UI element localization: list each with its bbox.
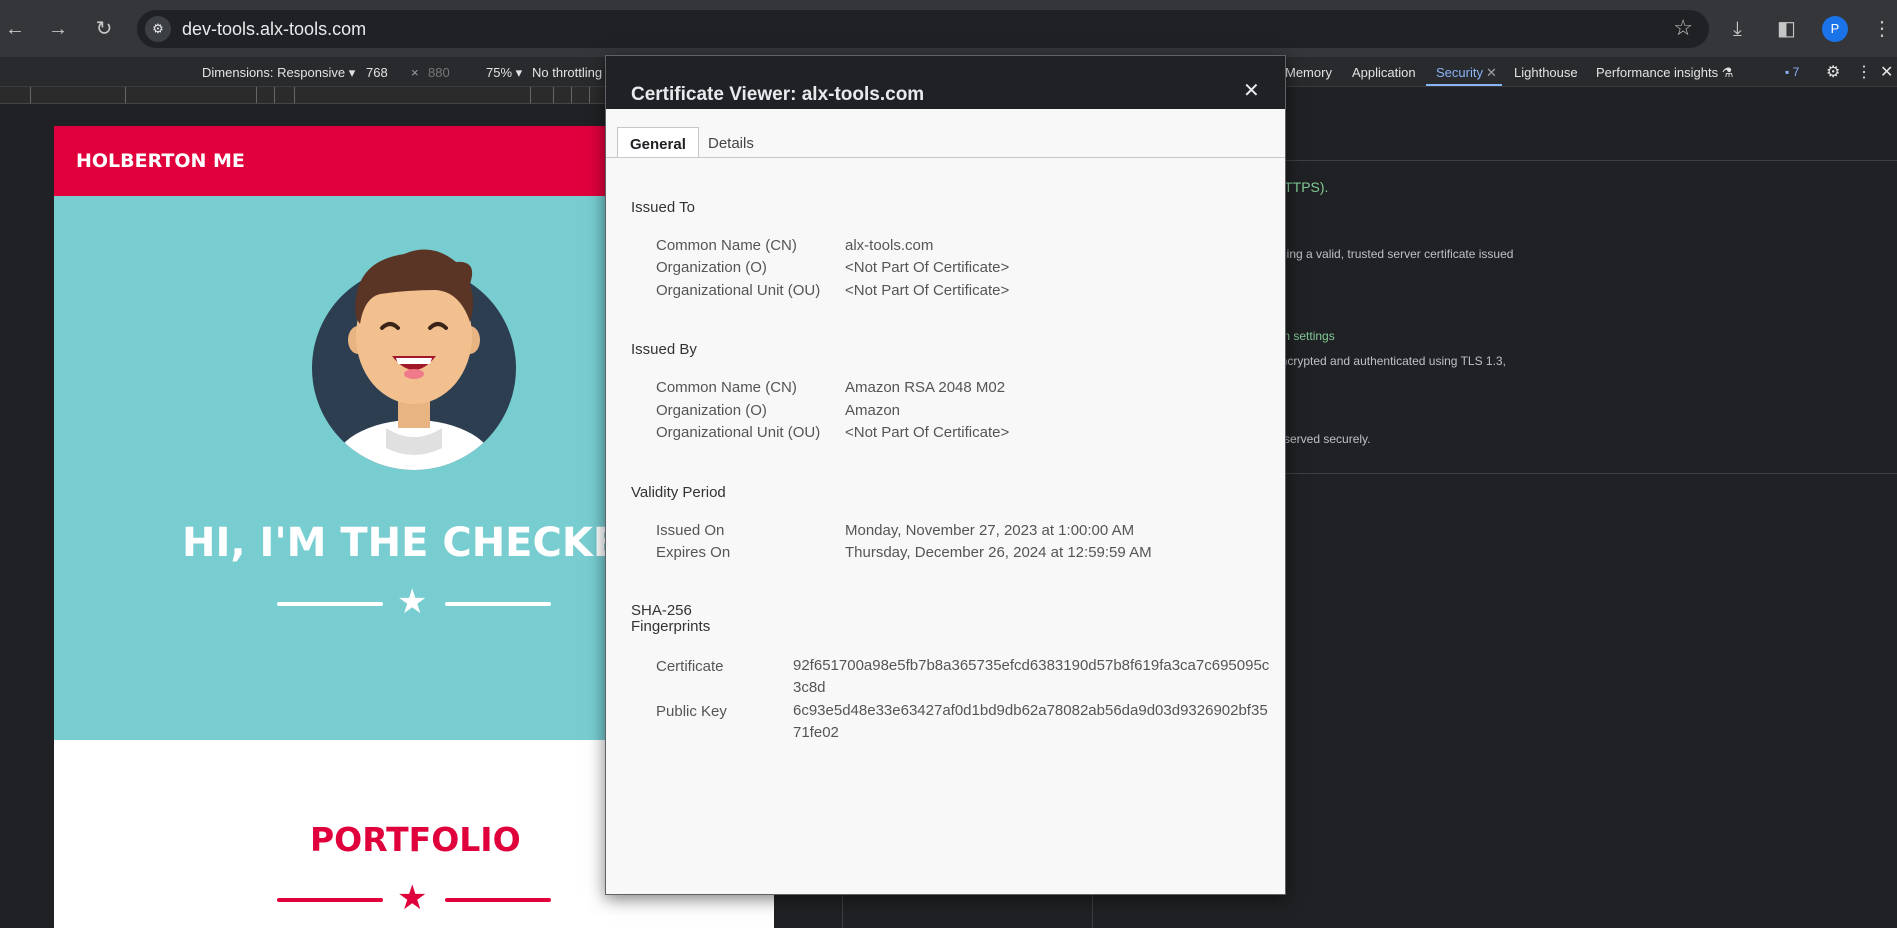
download-icon[interactable]: ⤓ <box>1733 14 1742 44</box>
ruler-tick <box>294 87 295 103</box>
ruler-tick <box>571 87 572 103</box>
issued-to-ou-value: <Not Part Of Certificate> <box>845 282 1010 299</box>
dimensions-select[interactable]: Dimensions: Responsive ▾ <box>202 65 355 81</box>
connection-description: encrypted and authenticated using TLS 1.… <box>1274 354 1506 368</box>
issued-to-o-value: <Not Part Of Certificate> <box>845 259 1010 276</box>
ruler-tick <box>256 87 257 103</box>
issued-to-cn-label: Common Name (CN) <box>656 237 797 254</box>
certificate-description: using a valid, trusted server certificat… <box>1274 247 1514 261</box>
star-icon: ★ <box>397 583 428 621</box>
tab-general[interactable]: General <box>617 127 699 158</box>
ruler-tick <box>589 87 590 103</box>
reload-icon[interactable]: ↻ <box>89 14 119 44</box>
times-separator: × <box>411 65 419 80</box>
issued-by-ou-value: <Not Part Of Certificate> <box>845 424 1010 441</box>
zoom-select[interactable]: 75% ▾ <box>486 65 522 81</box>
issued-by-cn-label: Common Name (CN) <box>656 379 797 396</box>
ruler-tick <box>553 87 554 103</box>
issued-by-o-value: Amazon <box>845 402 901 419</box>
public-key-fingerprint-value: 6c93e5d48e33e63427af0d1bd9db62a78082ab56… <box>793 702 1268 741</box>
validity-heading: Validity Period <box>631 484 726 501</box>
throttling-select[interactable]: No throttling <box>532 65 602 80</box>
issued-by-o-label: Organization (O) <box>656 402 767 419</box>
fingerprints-heading-line1: SHA-256 <box>631 602 692 619</box>
certificate-fingerprint-value: 92f651700a98e5fb7b8a365735efcd6383190d57… <box>793 657 1270 696</box>
certificate-fingerprint-label: Certificate <box>656 658 724 675</box>
dialog-titlebar: Certificate Viewer: alx-tools.com ✕ <box>606 56 1285 109</box>
forward-icon[interactable]: → <box>43 14 73 44</box>
close-tab-icon[interactable]: ✕ <box>1486 65 1497 81</box>
portfolio-star-icon: ★ <box>397 879 428 917</box>
issued-to-cn-value: alx-tools.com <box>845 237 934 254</box>
tab-application[interactable]: Application <box>1352 65 1416 80</box>
certificate-viewer-dialog: Certificate Viewer: alx-tools.com ✕ Gene… <box>605 55 1286 895</box>
dialog-title: Certificate Viewer: alx-tools.com <box>631 84 925 105</box>
portfolio-divider-left <box>277 898 383 902</box>
ruler-tick <box>274 87 275 103</box>
site-info-icon[interactable]: ⚙ <box>145 16 171 42</box>
issues-badge[interactable]: ▪ 7 <box>1785 65 1799 79</box>
issued-by-cn-value: Amazon RSA 2048 M02 <box>845 379 1006 396</box>
divider-line-right <box>445 602 551 606</box>
expires-on-label: Expires On <box>656 544 731 561</box>
issued-by-ou-label: Organizational Unit (OU) <box>656 424 821 441</box>
back-icon[interactable]: ← <box>0 14 30 44</box>
devtools-menu-icon[interactable]: ⋮ <box>1856 62 1872 82</box>
issued-on-label: Issued On <box>656 522 725 539</box>
portfolio-title: PORTFOLIO <box>310 820 521 859</box>
bookmark-star-icon[interactable]: ☆ <box>1673 15 1693 41</box>
avatar-illustration <box>312 249 516 470</box>
ruler-tick <box>125 87 126 103</box>
active-tab-underline <box>1426 84 1502 86</box>
resources-description: e served securely. <box>1274 432 1371 446</box>
tab-divider <box>606 157 1285 158</box>
portfolio-divider-right <box>445 898 551 902</box>
tab-details[interactable]: Details <box>696 127 766 158</box>
tab-lighthouse[interactable]: Lighthouse <box>1514 65 1578 80</box>
hero-title: HI, I'M THE CHECKE <box>182 520 621 566</box>
divider-line-left <box>277 602 383 606</box>
address-bar[interactable]: ⚙ dev-tools.alx-tools.com ☆ <box>137 10 1709 48</box>
expires-on-value: Thursday, December 26, 2024 at 12:59:59 … <box>845 544 1152 561</box>
site-brand[interactable]: HOLBERTON ME <box>76 150 245 172</box>
fingerprints-heading: SHA-256 Fingerprints <box>631 603 710 635</box>
side-panel-icon[interactable]: ◧ <box>1777 14 1796 44</box>
tab-security[interactable]: Security <box>1436 65 1483 80</box>
ruler-tick <box>30 87 31 103</box>
settings-gear-icon[interactable]: ⚙ <box>1826 62 1840 82</box>
height-input[interactable]: 880 <box>428 65 450 80</box>
issued-on-value: Monday, November 27, 2023 at 1:00:00 AM <box>845 522 1135 539</box>
tab-performance-insights[interactable]: Performance insights ⚗ <box>1596 65 1733 81</box>
browser-toolbar: ← → ↻ ⚙ dev-tools.alx-tools.com ☆ ⤓ ◧ P … <box>0 0 1897 57</box>
close-icon[interactable]: ✕ <box>1243 78 1260 103</box>
close-devtools-icon[interactable]: ✕ <box>1880 62 1893 82</box>
profile-avatar[interactable]: P <box>1822 16 1848 42</box>
tab-memory[interactable]: Memory <box>1285 65 1332 80</box>
ruler-tick <box>530 87 531 103</box>
public-key-fingerprint-label: Public Key <box>656 703 727 720</box>
issued-by-heading: Issued By <box>631 341 697 358</box>
fingerprints-heading-line2: Fingerprints <box>631 618 711 635</box>
width-input[interactable]: 768 <box>366 65 388 80</box>
issued-to-ou-label: Organizational Unit (OU) <box>656 282 821 299</box>
url-text[interactable]: dev-tools.alx-tools.com <box>182 19 366 40</box>
menu-kebab-icon[interactable]: ⋮ <box>1872 14 1892 44</box>
issued-to-o-label: Organization (O) <box>656 259 767 276</box>
issued-to-heading: Issued To <box>631 199 695 216</box>
